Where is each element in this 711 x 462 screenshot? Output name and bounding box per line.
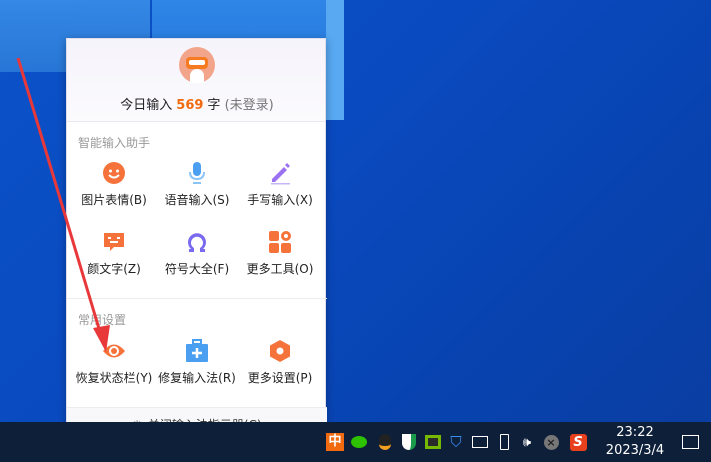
sogou-icon[interactable]: S (566, 422, 590, 462)
item-label: 手写输入(X) (247, 193, 313, 207)
login-status[interactable]: (未登录) (225, 98, 274, 113)
omega-icon (188, 233, 206, 252)
count-unit: 字 (207, 98, 221, 113)
kaomoji-button[interactable]: 颜文字(Z) (71, 230, 157, 277)
clock-date: 2023/3/4 (605, 443, 665, 458)
repair-ime-button[interactable]: 修复输入法(R) (154, 339, 240, 386)
defender-icon[interactable]: ⛉ (445, 422, 467, 462)
restore-status-bar-button[interactable]: 恢复状态栏(Y) (71, 339, 157, 386)
more-settings-button[interactable]: 更多设置(P) (237, 339, 323, 386)
qq-icon[interactable] (373, 422, 397, 462)
item-label: 语音输入(S) (164, 193, 230, 207)
ime-mode-indicator[interactable]: 中 (325, 422, 345, 462)
network-icon[interactable] (468, 422, 492, 462)
desktop-window-edge (326, 0, 344, 120)
more-tools-button[interactable]: 更多工具(O) (237, 230, 323, 277)
voice-input-button[interactable]: 语音输入(S) (154, 161, 240, 208)
section-divider (67, 298, 327, 299)
disconnected-icon[interactable]: × (539, 422, 563, 462)
security-shield-icon[interactable] (397, 422, 421, 462)
notification-icon[interactable] (676, 422, 704, 462)
clock-time: 23:22 (616, 425, 654, 440)
picture-emoji-button[interactable]: 图片表情(B) (71, 161, 157, 208)
smiley-icon (103, 162, 125, 184)
pen-icon (271, 163, 290, 185)
section-title-assistant: 智能输入助手 (78, 136, 151, 150)
eye-icon (103, 344, 125, 358)
symbols-button[interactable]: 符号大全(F) (154, 230, 240, 277)
kaomoji-icon (104, 233, 124, 251)
wechat-icon[interactable] (347, 422, 371, 462)
popup-header: 今日输入 569 字 (未登录) (67, 39, 325, 122)
volume-icon[interactable]: 🕪 (515, 422, 539, 462)
ime-chinese-label: 中 (326, 433, 344, 451)
handwriting-input-button[interactable]: 手写输入(X) (237, 161, 323, 208)
item-label: 更多工具(O) (246, 262, 314, 276)
item-label: 符号大全(F) (164, 262, 230, 276)
count-prefix: 今日输入 (120, 98, 173, 113)
item-label: 图片表情(B) (81, 193, 147, 207)
grid-icon (269, 231, 291, 253)
item-label: 颜文字(Z) (87, 262, 141, 276)
nvidia-icon[interactable] (421, 422, 445, 462)
taskbar-clock[interactable]: 23:22 2023/3/4 (595, 424, 675, 460)
toolbox-icon (186, 339, 208, 362)
avatar[interactable] (179, 47, 215, 83)
usb-eject-icon[interactable] (493, 422, 515, 462)
count-number: 569 (176, 98, 204, 113)
item-label: 恢复状态栏(Y) (75, 371, 153, 385)
item-label: 修复输入法(R) (158, 371, 236, 385)
ime-popup-menu: 今日输入 569 字 (未登录) 智能输入助手 图片表情(B) 语音输入(S) 手写… (66, 38, 327, 441)
item-label: 更多设置(P) (247, 371, 313, 385)
hexagon-settings-icon (270, 340, 290, 362)
microphone-icon (189, 162, 205, 184)
today-input-count: 今日输入 569 字 (未登录) (67, 94, 327, 113)
section-title-settings: 常用设置 (78, 313, 127, 327)
